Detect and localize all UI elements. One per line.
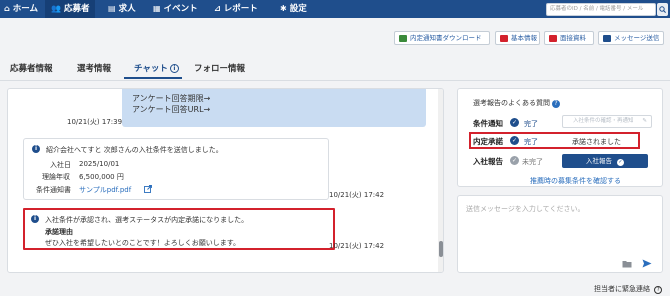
info-icon: i xyxy=(31,215,39,223)
tab-chat[interactable]: チャット i xyxy=(134,62,179,74)
search-input[interactable]: 応募者のID / 名前 / 電話番号 / メール xyxy=(546,3,656,16)
help-icon: ? xyxy=(654,286,663,294)
check-icon: ✓ xyxy=(510,156,519,165)
external-link-icon[interactable] xyxy=(144,185,152,193)
message-input[interactable]: 送信メッセージを入力してください。 xyxy=(466,204,584,214)
calendar-icon: ▦ xyxy=(153,4,161,13)
basic-info-button[interactable]: 基本情報 xyxy=(495,31,540,45)
tab-applicant-info[interactable]: 応募者情報 xyxy=(10,62,53,74)
search-button[interactable] xyxy=(657,3,668,16)
home-icon: ⌂ xyxy=(4,4,10,13)
message-icon xyxy=(603,35,611,42)
emergency-contact-link[interactable]: 担当者に緊急連絡 ? xyxy=(594,284,663,294)
join-report-button[interactable]: 入社報告 ✓ xyxy=(562,154,648,168)
offer-letter-download-button[interactable]: 内定通知書ダウンロード xyxy=(394,31,490,45)
nav-applicants[interactable]: 👥 応募者 xyxy=(45,0,96,18)
interview-docs-button[interactable]: 面接資料 xyxy=(544,31,594,45)
briefcase-icon: ▤ xyxy=(108,4,116,13)
message-timestamp: 10/21(火) 17:39 xyxy=(67,118,123,126)
nav-settings[interactable]: ✱ 設定 xyxy=(280,0,307,18)
document-link[interactable]: サンプルpdf.pdf xyxy=(79,185,131,195)
approved-status-text: 承諾されました xyxy=(572,138,621,146)
nav-jobs[interactable]: ▤ 求人 xyxy=(108,0,136,18)
check-icon: ✓ xyxy=(510,118,519,127)
nav-home[interactable]: ⌂ ホーム xyxy=(4,0,38,18)
message-timestamp: 10/21(火) 17:42 xyxy=(329,191,385,199)
send-message-button[interactable]: メッセージ送信 xyxy=(598,31,664,45)
message-compose-box[interactable]: 送信メッセージを入力してください。 xyxy=(457,195,663,273)
send-icon[interactable] xyxy=(642,259,652,268)
info-icon: i xyxy=(169,64,179,73)
pdf-icon xyxy=(549,35,557,42)
pencil-icon: ✎ xyxy=(642,118,647,124)
selection-status-panel: 選考報告のよくある質問? 条件通知 ✓ 完了 入社条件の確認・再通知 ✎ 内定承… xyxy=(457,88,663,187)
help-icon: ? xyxy=(552,100,560,108)
check-icon: ✓ xyxy=(617,159,625,166)
message-timestamp: 10/21(火) 17:42 xyxy=(329,242,385,250)
nav-reports[interactable]: ⊿ レポート xyxy=(214,0,258,18)
active-tab-indicator xyxy=(124,77,182,79)
attach-folder-icon[interactable] xyxy=(622,260,632,268)
check-icon: ✓ xyxy=(510,136,519,145)
faq-title[interactable]: 選考報告のよくある質問? xyxy=(473,98,560,108)
recommend-conditions-link[interactable]: 推薦時の募集条件を確認する xyxy=(530,176,621,186)
info-icon: i xyxy=(32,145,40,153)
approval-message-card: i 入社条件が承認され、選考ステータスが内定承諾になりました。 承諾理由 ぜひ入… xyxy=(23,208,335,250)
people-icon: 👥 xyxy=(51,4,61,13)
system-message-card: i 紹介会社へてすと 次郎さんの入社条件を送信しました。 入社日 2025/10… xyxy=(23,138,329,200)
tab-follow-info[interactable]: フォロー情報 xyxy=(194,62,245,74)
tab-selection-info[interactable]: 選考情報 xyxy=(77,62,111,74)
chart-icon: ⊿ xyxy=(214,4,221,13)
excel-icon xyxy=(399,35,407,42)
search-icon xyxy=(659,6,666,13)
chat-scrollbar-thumb[interactable] xyxy=(439,241,443,257)
gear-icon: ✱ xyxy=(280,4,287,13)
tab-divider xyxy=(0,80,670,81)
chat-panel[interactable]: アンケート回答期限→ アンケート回答URL→ 10/21(火) 17:39 i … xyxy=(7,88,444,273)
resend-conditions-button[interactable]: 入社条件の確認・再通知 ✎ xyxy=(562,115,652,128)
message-bubble: アンケート回答期限→ アンケート回答URL→ xyxy=(122,89,426,127)
pdf-icon xyxy=(500,35,508,42)
top-nav: ⌂ ホーム 👥 応募者 ▤ 求人 ▦ イベント ⊿ レポート ✱ 設定 応募者のID / 名… xyxy=(0,0,670,18)
nav-events[interactable]: ▦ イベント xyxy=(153,0,198,18)
